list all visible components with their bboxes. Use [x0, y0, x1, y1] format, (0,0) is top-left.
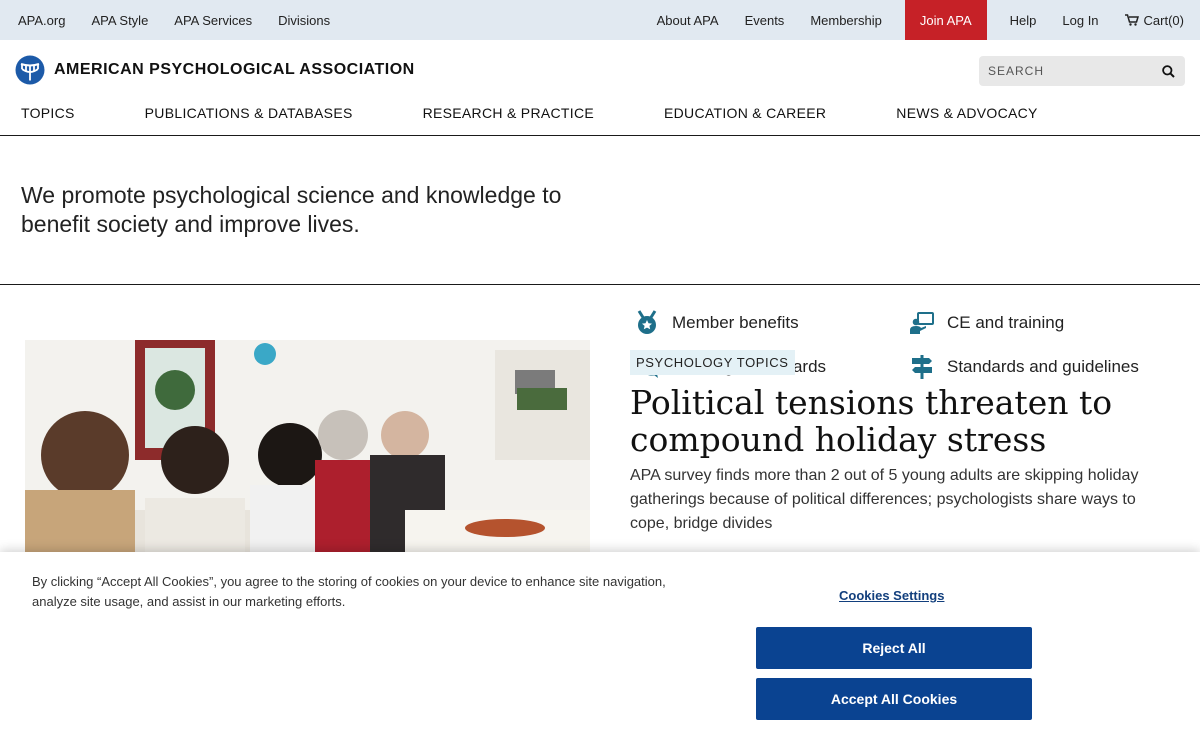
cart-icon	[1124, 14, 1139, 26]
nav-publications-databases[interactable]: PUBLICATIONS & DATABASES	[145, 100, 353, 121]
signpost-icon	[909, 354, 935, 380]
presentation-icon	[909, 310, 935, 336]
link-apa-services[interactable]: APA Services	[174, 13, 252, 28]
logo-wordmark: AMERICAN PSYCHOLOGICAL ASSOCIATION	[54, 61, 415, 78]
link-login[interactable]: Log In	[1049, 0, 1111, 40]
quick-link-ce-training[interactable]: CE and training	[909, 310, 1064, 336]
quick-link-label: Standards and guidelines	[947, 357, 1139, 376]
medal-icon	[634, 310, 660, 336]
link-about-apa[interactable]: About APA	[644, 0, 732, 40]
apa-logo-icon	[15, 55, 45, 85]
join-apa-button[interactable]: Join APA	[904, 0, 987, 40]
topic-tag[interactable]: PSYCHOLOGY TOPICS	[630, 350, 795, 375]
link-events[interactable]: Events	[732, 0, 798, 40]
link-apa-org[interactable]: APA.org	[18, 13, 65, 28]
mission-statement: We promote psychological science and kno…	[21, 182, 562, 237]
link-apa-style[interactable]: APA Style	[91, 13, 148, 28]
nav-news-advocacy[interactable]: NEWS & ADVOCACY	[896, 100, 1037, 121]
accept-all-cookies-button[interactable]: Accept All Cookies	[756, 678, 1032, 720]
apa-logo-link[interactable]: AMERICAN PSYCHOLOGICAL ASSOCIATION	[15, 55, 415, 85]
feature-image[interactable]	[25, 340, 590, 552]
cart-link[interactable]: Cart(0)	[1112, 0, 1200, 40]
reject-all-button[interactable]: Reject All	[756, 627, 1032, 669]
dinner-gathering-photo	[25, 340, 590, 552]
feature-summary: APA survey finds more than 2 out of 5 yo…	[630, 467, 1139, 532]
utility-nav-left: APA.org APA Style APA Services Divisions	[0, 0, 338, 40]
main-nav: TOPICS PUBLICATIONS & DATABASES RESEARCH…	[0, 100, 1200, 136]
mission-band: We promote psychological science and kno…	[0, 136, 1200, 379]
cart-label: Cart(0)	[1143, 12, 1184, 28]
nav-topics[interactable]: TOPICS	[21, 100, 75, 121]
nav-research-practice[interactable]: RESEARCH & PRACTICE	[423, 100, 594, 121]
link-membership[interactable]: Membership	[797, 0, 895, 40]
cookie-banner: By clicking “Accept All Cookies”, you ag…	[0, 552, 1200, 740]
quick-link-member-benefits[interactable]: Member benefits	[634, 310, 799, 336]
search-icon[interactable]	[1162, 64, 1175, 78]
quick-link-standards[interactable]: Standards and guidelines	[909, 354, 1139, 380]
link-help[interactable]: Help	[997, 0, 1050, 40]
site-header: AMERICAN PSYCHOLOGICAL ASSOCIATION	[0, 40, 1200, 100]
feature-headline[interactable]: Political tensions threaten to compound …	[630, 384, 1170, 458]
cookie-notice-text: By clicking “Accept All Cookies”, you ag…	[32, 574, 666, 609]
search-input[interactable]	[988, 64, 1148, 78]
utility-bar: APA.org APA Style APA Services Divisions…	[0, 0, 1200, 40]
link-divisions[interactable]: Divisions	[278, 13, 330, 28]
nav-education-career[interactable]: EDUCATION & CAREER	[664, 100, 826, 121]
quick-link-label: Member benefits	[672, 313, 799, 332]
cookies-settings-link[interactable]: Cookies Settings	[839, 588, 944, 603]
quick-link-label: CE and training	[947, 313, 1065, 332]
search-box	[979, 56, 1185, 86]
utility-nav-right: About APA Events Membership Join APA Hel…	[644, 0, 1200, 40]
